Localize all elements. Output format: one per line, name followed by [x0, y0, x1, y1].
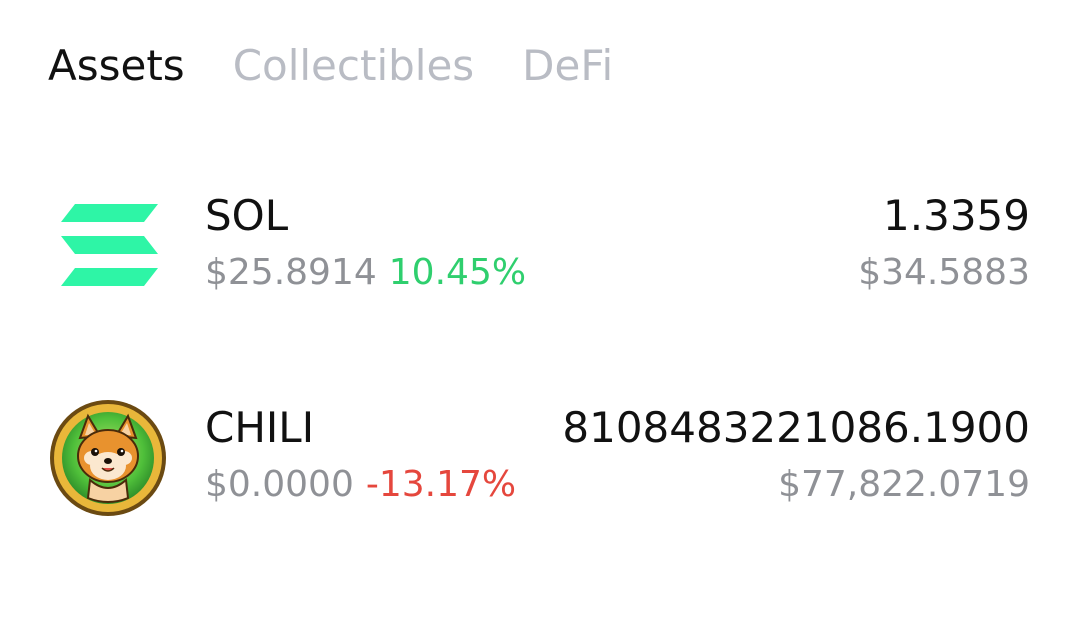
- asset-change-percent: 10.45%: [388, 252, 527, 293]
- asset-row-sol[interactable]: SOL $25.8914 10.45% 1.3359 $34.5883: [0, 186, 1080, 306]
- asset-price-line: $25.8914 10.45%: [205, 248, 526, 298]
- asset-balance: 8108483221086.1900: [562, 403, 1030, 452]
- asset-tabs: Assets Collectibles DeFi: [48, 36, 613, 96]
- asset-fiat-value: $34.5883: [858, 252, 1030, 293]
- asset-symbol: CHILI: [205, 403, 315, 452]
- asset-fiat-value: $77,822.0719: [778, 464, 1030, 505]
- asset-change-percent: -13.17%: [365, 464, 517, 505]
- asset-symbol: SOL: [205, 191, 289, 240]
- asset-row-chili[interactable]: CHILI $0.0000 -13.17% 8108483221086.1900 …: [0, 398, 1080, 518]
- asset-balance: 1.3359: [883, 191, 1030, 240]
- tab-collectibles[interactable]: Collectibles: [233, 36, 474, 96]
- asset-price: $25.8914: [205, 252, 377, 293]
- shiba-dog-token-icon: [48, 398, 168, 518]
- asset-price-line: $0.0000 -13.17%: [205, 460, 516, 510]
- solana-logo-icon: [48, 186, 168, 306]
- tab-assets[interactable]: Assets: [48, 36, 185, 96]
- asset-price: $0.0000: [205, 464, 354, 505]
- tab-defi[interactable]: DeFi: [522, 36, 613, 96]
